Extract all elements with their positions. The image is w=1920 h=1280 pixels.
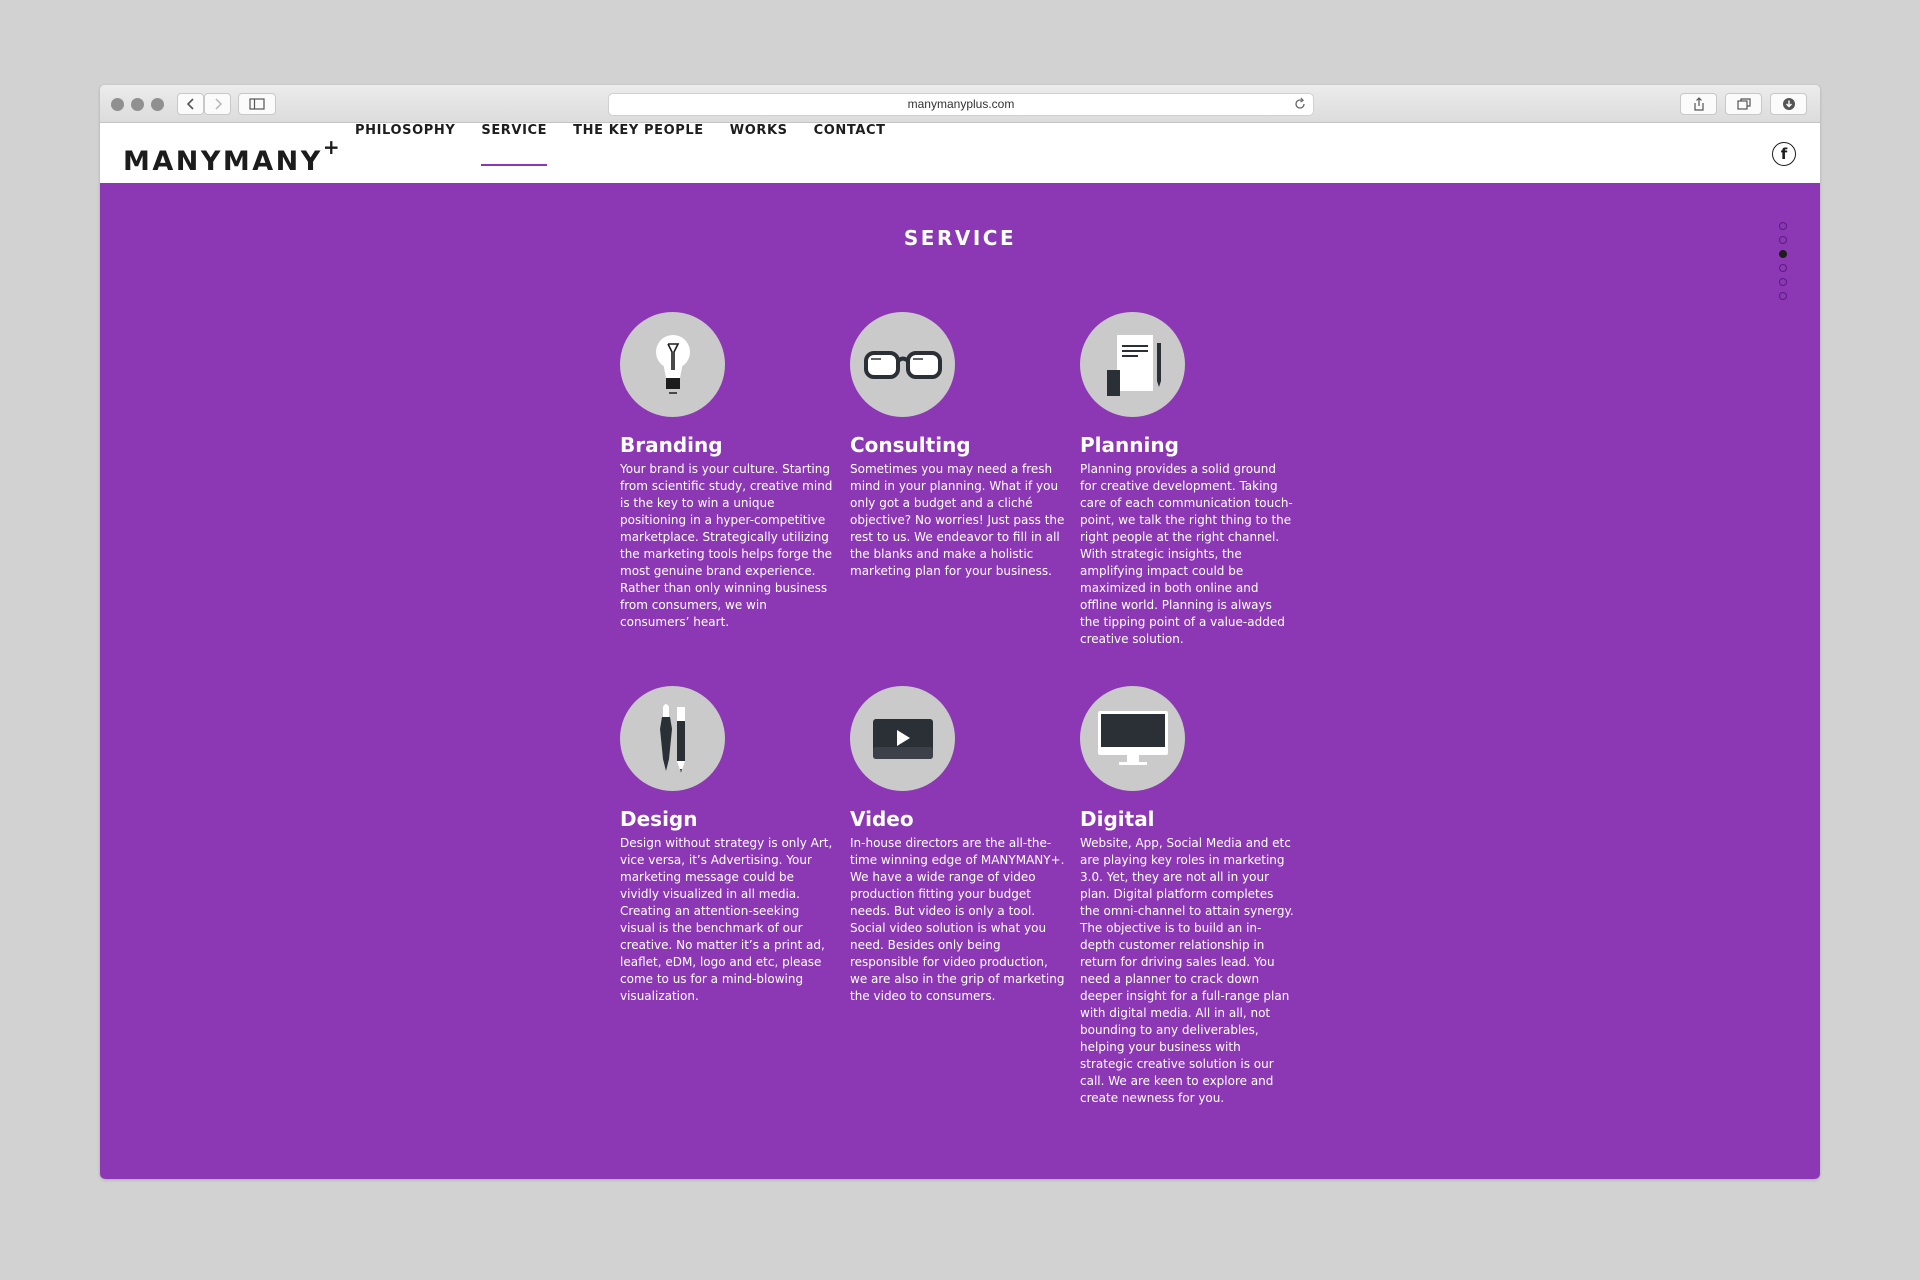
service-description: Your brand is your culture. Starting fro… (620, 462, 833, 629)
browser-window: manymanyplus.com MANYMANY+ PHILOSOPHY SER… (100, 85, 1820, 1179)
service-icon-circle (850, 312, 955, 417)
pager-dot[interactable] (1779, 264, 1787, 272)
service-icon-circle (620, 686, 725, 791)
service-card-digital: Digital Website, App, Social Media and e… (1080, 686, 1295, 1107)
brush-pen-icon (659, 703, 685, 773)
document-pen-icon (1106, 334, 1161, 396)
service-title: Planning (1080, 433, 1179, 457)
back-icon (186, 98, 194, 110)
forward-icon (214, 98, 222, 110)
service-section: SERVICE Branding Your brand is your cult… (100, 183, 1820, 1179)
service-card-branding: Branding Your brand is your culture. Sta… (620, 312, 835, 631)
service-icon-circle (1080, 686, 1185, 791)
close-light[interactable] (111, 98, 124, 111)
share-button[interactable] (1680, 93, 1717, 115)
pager-dot[interactable] (1779, 292, 1787, 300)
tabs-button[interactable] (1725, 93, 1762, 115)
service-description: Sometimes you may need a fresh mind in y… (850, 462, 1065, 578)
nav-service[interactable]: SERVICE (481, 123, 547, 183)
address-bar[interactable]: manymanyplus.com (608, 93, 1314, 116)
pager-dot[interactable] (1779, 250, 1787, 258)
nav-the-key-people[interactable]: THE KEY PEOPLE (573, 123, 704, 183)
glasses-icon (863, 350, 942, 379)
facebook-icon[interactable]: f (1772, 142, 1796, 166)
service-card-video: Video In-house directors are the all-the… (850, 686, 1065, 1005)
main-nav: PHILOSOPHY SERVICE THE KEY PEOPLE WORKS CONT… (355, 123, 912, 183)
nav-contact[interactable]: CONTACT (814, 123, 886, 183)
service-title: Design (620, 807, 698, 831)
pager-dot[interactable] (1779, 236, 1787, 244)
service-title: Digital (1080, 807, 1155, 831)
url-text: manymanyplus.com (907, 97, 1015, 111)
service-card-design: Design Design without strategy is only A… (620, 686, 835, 1005)
sidebar-icon (249, 98, 265, 110)
reload-icon[interactable] (1293, 97, 1307, 111)
facebook-glyph: f (1780, 145, 1788, 163)
section-title: SERVICE (903, 226, 1017, 250)
tabs-icon (1736, 98, 1751, 110)
service-card-consulting: Consulting Sometimes you may need a fres… (850, 312, 1065, 580)
lightbulb-icon (655, 334, 690, 394)
service-description: Website, App, Social Media and etc are p… (1080, 836, 1294, 1105)
section-pager (1779, 222, 1787, 306)
share-icon (1693, 97, 1704, 111)
logo-text: MANYMANY (123, 146, 323, 177)
service-title: Video (850, 807, 914, 831)
service-description: Design without strategy is only Art, vic… (620, 836, 833, 1003)
sidebar-button[interactable] (238, 93, 276, 115)
browser-toolbar: manymanyplus.com (100, 85, 1820, 123)
service-title: Consulting (850, 433, 971, 457)
service-icon-circle (1080, 312, 1185, 417)
service-description: Planning provides a solid ground for cre… (1080, 462, 1293, 646)
minimize-light[interactable] (131, 98, 144, 111)
service-icon-circle (850, 686, 955, 791)
monitor-icon (1097, 710, 1168, 765)
nav-philosophy[interactable]: PHILOSOPHY (355, 123, 455, 183)
service-icon-circle (620, 312, 725, 417)
service-title: Branding (620, 433, 723, 457)
forward-button[interactable] (204, 93, 231, 115)
back-button[interactable] (177, 93, 204, 115)
service-description: In-house directors are the all-the-time … (850, 836, 1065, 1003)
zoom-light[interactable] (151, 98, 164, 111)
download-button[interactable] (1770, 93, 1807, 115)
video-play-icon (872, 718, 933, 759)
site-logo[interactable]: MANYMANY+ (123, 135, 340, 177)
download-icon (1782, 98, 1795, 110)
service-card-planning: Planning Planning provides a solid groun… (1080, 312, 1295, 648)
pager-dot[interactable] (1779, 222, 1787, 230)
site-header: MANYMANY+ PHILOSOPHY SERVICE THE KEY PEOPL… (100, 123, 1820, 183)
logo-plus: + (322, 135, 340, 159)
nav-works[interactable]: WORKS (730, 123, 788, 183)
pager-dot[interactable] (1779, 278, 1787, 286)
